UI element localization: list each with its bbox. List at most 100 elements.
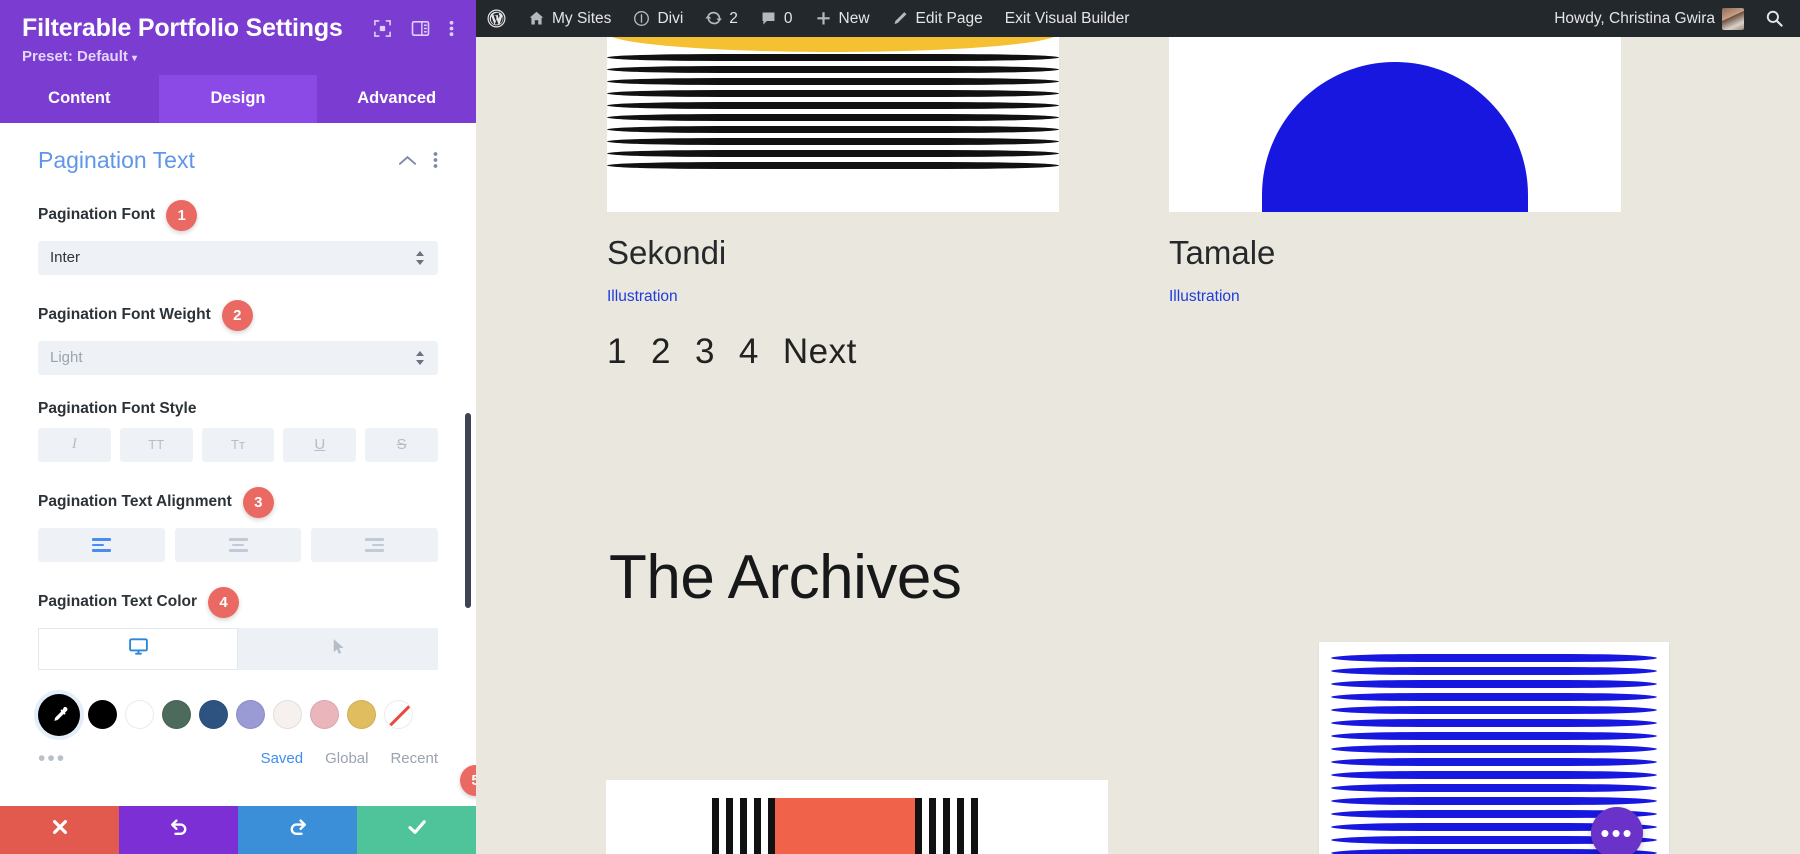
desktop-state-tab[interactable]: [38, 627, 238, 670]
swatch-navy[interactable]: [199, 700, 228, 730]
field-pagination-text-color: Pagination Text Color 4 ••• Saved Global…: [38, 586, 438, 769]
select-arrows-icon: [415, 250, 425, 266]
panel-action-bar: [0, 806, 476, 854]
kebab-menu-icon[interactable]: [449, 19, 454, 38]
barcode-left-group: [712, 798, 775, 854]
field-pagination-font: Pagination Font 1 Inter: [38, 199, 438, 275]
swatch-meta-row: ••• Saved Global Recent: [38, 748, 438, 769]
portfolio-item[interactable]: Sekondi Illustration: [607, 37, 1059, 306]
barcode-right-group: [915, 798, 978, 854]
select-value: Inter: [50, 249, 81, 267]
portfolio-category[interactable]: Illustration: [1169, 288, 1621, 306]
wp-menu-howdy[interactable]: Howdy, Christina Gwira: [1543, 0, 1755, 37]
panel-title: Filterable Portfolio Settings: [22, 14, 343, 42]
strikethrough-button[interactable]: S: [365, 427, 438, 462]
section-header-pagination-text[interactable]: Pagination Text: [38, 147, 438, 174]
swatch-tab-recent[interactable]: Recent: [390, 750, 438, 767]
search-icon: [1765, 9, 1784, 28]
save-button[interactable]: [357, 806, 476, 854]
pagination-link-4[interactable]: 4: [739, 332, 759, 372]
wp-menu-comments[interactable]: 0: [749, 0, 804, 37]
annotation-badge-2: 2: [221, 299, 253, 331]
align-right-button[interactable]: [311, 527, 439, 562]
wp-menu-label: Edit Page: [915, 9, 983, 27]
swatch-tab-saved[interactable]: Saved: [261, 750, 304, 767]
align-left-button[interactable]: [38, 527, 165, 562]
pagination-font-weight-select[interactable]: Light: [38, 340, 438, 375]
italic-button[interactable]: I: [38, 427, 111, 462]
swatch-white[interactable]: [125, 700, 154, 730]
underline-button[interactable]: U: [283, 427, 357, 462]
wp-menu-label: Divi: [657, 9, 684, 27]
panel-tabs: Content Design Advanced: [0, 74, 476, 123]
swatch-tab-global[interactable]: Global: [325, 750, 368, 767]
plus-icon: [815, 10, 832, 27]
field-label: Pagination Text Color 4: [38, 586, 438, 618]
preset-selector[interactable]: Preset: Default ▾: [22, 48, 454, 65]
pagination-link-3[interactable]: 3: [695, 332, 715, 372]
pagination-link-next[interactable]: Next: [783, 332, 857, 372]
swatch-transparent[interactable]: [384, 700, 413, 730]
swatch-periwinkle[interactable]: [236, 700, 265, 730]
wp-menu-updates[interactable]: 2: [694, 0, 749, 37]
swatch-black[interactable]: [88, 700, 117, 730]
swatch-gold[interactable]: [347, 700, 376, 730]
undo-button[interactable]: [119, 806, 238, 854]
hover-state-tab[interactable]: [238, 627, 438, 670]
redo-button[interactable]: [238, 806, 357, 854]
layout-icon[interactable]: [411, 19, 430, 38]
cancel-button[interactable]: [0, 806, 119, 854]
align-center-button[interactable]: [174, 527, 302, 562]
chevron-up-icon[interactable]: [398, 154, 417, 167]
wp-menu-new[interactable]: New: [804, 0, 881, 37]
panel-body: Pagination Text Pagination Font 1 Inter …: [0, 122, 476, 806]
wp-menu-label: Exit Visual Builder: [1004, 9, 1130, 27]
eyedropper-icon[interactable]: [38, 693, 80, 736]
swatch-green[interactable]: [162, 700, 191, 730]
field-label: Pagination Text Alignment 3: [38, 486, 438, 518]
blue-dome-artwork[interactable]: [1169, 37, 1621, 212]
wp-menu-divi[interactable]: Divi: [622, 0, 694, 37]
wp-menu-edit-page[interactable]: Edit Page: [881, 0, 994, 37]
page-title: The Archives: [609, 543, 962, 612]
portfolio-item[interactable]: Tamale Illustration: [1169, 37, 1621, 306]
tab-design[interactable]: Design: [158, 74, 318, 123]
panel-scrollbar-thumb[interactable]: [465, 412, 471, 608]
swatch-pink[interactable]: [310, 700, 339, 730]
howdy-label: Howdy, Christina Gwira: [1554, 9, 1715, 27]
redo-icon: [287, 816, 309, 844]
label-text: Pagination Font: [38, 206, 156, 224]
barcode-artwork[interactable]: [606, 780, 1108, 854]
yellow-wave-artwork[interactable]: [607, 37, 1059, 212]
tab-advanced[interactable]: Advanced: [317, 75, 476, 123]
pagination-link-2[interactable]: 2: [651, 332, 671, 372]
uppercase-button[interactable]: TT: [119, 427, 193, 462]
more-dots-icon[interactable]: •••: [38, 748, 66, 769]
wp-logo-menu[interactable]: [476, 0, 517, 37]
capture-icon[interactable]: [373, 19, 392, 38]
portfolio-title[interactable]: Sekondi: [607, 234, 1059, 272]
dome-shape: [1262, 62, 1528, 212]
annotation-badge-4: 4: [208, 586, 240, 618]
tab-content[interactable]: Content: [0, 75, 159, 123]
portfolio-title[interactable]: Tamale: [1169, 234, 1621, 272]
annotation-badge-1: 1: [166, 199, 198, 231]
portfolio-category[interactable]: Illustration: [607, 288, 1059, 306]
avatar: [1722, 7, 1744, 30]
pagination-font-select[interactable]: Inter: [38, 240, 438, 275]
label-text: Pagination Font Weight: [38, 306, 211, 324]
pagination: 1 2 3 4 Next: [607, 332, 857, 372]
align-left-icon: [91, 538, 111, 552]
field-label: Pagination Font Style: [38, 400, 438, 418]
field-label: Pagination Font Weight 2: [38, 299, 438, 331]
select-value: Light: [50, 349, 83, 367]
wp-menu-my-sites[interactable]: My Sites: [517, 0, 622, 37]
swatch-source-tabs: Saved Global Recent: [261, 750, 438, 767]
pagination-link-1[interactable]: 1: [607, 332, 627, 372]
small-caps-button[interactable]: Tᴛ: [201, 427, 275, 462]
wp-menu-exit-visual-builder[interactable]: Exit Visual Builder: [994, 0, 1141, 37]
swatch-offwhite[interactable]: [273, 700, 302, 730]
page-settings-button[interactable]: •••: [1591, 807, 1643, 854]
wp-menu-search[interactable]: [1755, 0, 1800, 37]
kebab-menu-icon[interactable]: [433, 151, 438, 169]
